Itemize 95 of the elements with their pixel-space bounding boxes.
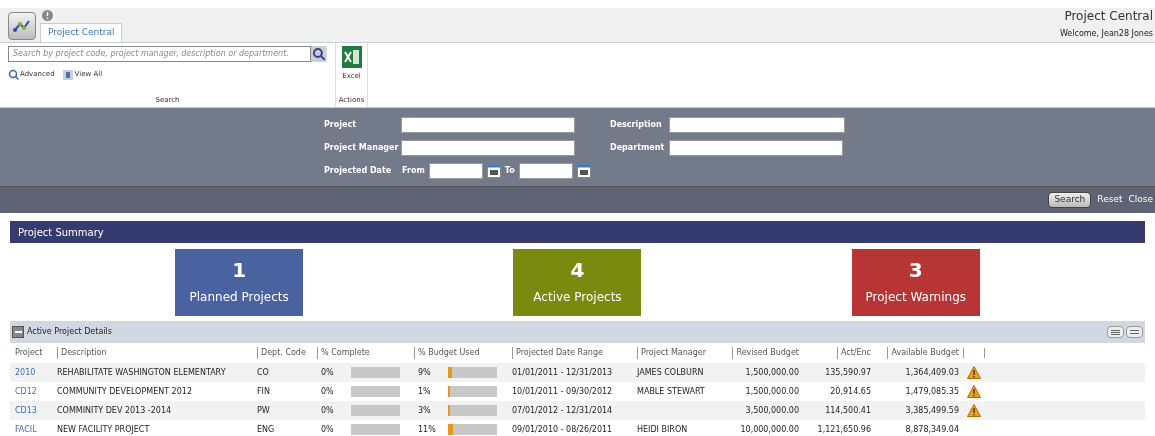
table-cell: 3,385,499.59: [905, 404, 959, 417]
column-header[interactable]: Project: [15, 347, 43, 359]
manager-field[interactable]: [401, 140, 575, 156]
table-cell: COMMINITY DEV 2013 -2014: [57, 405, 172, 415]
warning-icon: [967, 366, 981, 379]
tile-count: 1: [232, 258, 247, 282]
project-link[interactable]: CD13: [15, 405, 37, 415]
column-header[interactable]: Available Budget: [887, 347, 959, 359]
list-view-button[interactable]: [1126, 326, 1143, 338]
column-header[interactable]: Act/Enc: [836, 347, 871, 359]
description-field[interactable]: [669, 117, 845, 133]
summary-tile[interactable]: 3 Project Warnings: [851, 248, 980, 316]
grid-view-button[interactable]: [1107, 326, 1124, 338]
column-header[interactable]: % Complete: [317, 347, 370, 359]
table-cell: 3,500,000.00: [745, 404, 799, 417]
table-cell: ENG: [257, 424, 275, 434]
table-cell-text: 1%: [417, 385, 432, 398]
tile-label: Active Projects: [533, 289, 622, 306]
project-label: Project: [324, 119, 358, 131]
search-icon[interactable]: [8, 69, 19, 80]
progress-bar: [351, 424, 400, 435]
reset-link[interactable]: Reset: [1097, 193, 1123, 207]
table-cell: JAMES COLBURN: [637, 367, 704, 377]
tile-label: Project Warnings: [865, 289, 967, 306]
column-header[interactable]: Project Manager: [637, 347, 706, 359]
project-link[interactable]: FACIL: [15, 424, 37, 434]
table-cell: 20,914.65: [830, 385, 871, 398]
tile-count: 4: [570, 258, 585, 282]
summary-tile[interactable]: 1 Planned Projects: [175, 248, 304, 316]
table-cell: 01/01/2011 - 12/31/2013: [512, 367, 613, 377]
collapse-toggle[interactable]: [12, 326, 24, 338]
manager-label: Project Manager: [324, 142, 400, 154]
table-cell: 10/01/2011 - 09/30/2012: [512, 386, 613, 396]
department-field[interactable]: [669, 140, 843, 156]
column-header[interactable]: Projected Date Range: [512, 347, 603, 359]
table-cell: COMMUNITY DEVELOPMENT 2012: [57, 386, 192, 396]
column-header[interactable]: Revised Budget: [732, 347, 799, 359]
table-cell: 135,590.97: [825, 366, 871, 379]
table-cell-text: 0%: [320, 423, 335, 436]
spreadsheet-icon[interactable]: [341, 46, 362, 68]
department-label: Department: [610, 142, 666, 154]
table-cell-text: 0%: [320, 385, 335, 398]
warning-icon: [967, 404, 981, 417]
table-cell-text: 9%: [417, 366, 432, 379]
table-cell-text: 11%: [417, 423, 437, 436]
app-tab[interactable]: Project Central: [40, 23, 123, 42]
welcome-text: Welcome, Jean28 Jones: [1059, 28, 1153, 40]
table-cell: FIN: [257, 386, 270, 396]
from-date-field[interactable]: [428, 163, 483, 179]
table-cell: 07/01/2012 - 12/31/2014: [512, 405, 613, 415]
table-cell: MABLE STEWART: [637, 386, 705, 396]
search-button[interactable]: Search: [1048, 192, 1092, 208]
column-header[interactable]: % Budget Used: [414, 347, 480, 359]
table-cell: NEW FACILITY PROJECT: [57, 424, 150, 434]
table-cell: 09/01/2010 - 08/26/2011: [512, 424, 613, 434]
table-cell: 114,500.41: [825, 404, 871, 417]
table-cell: 8,878,349.04: [905, 423, 959, 436]
table-cell-text: 0%: [320, 366, 335, 379]
column-header[interactable]: Description: [57, 347, 107, 359]
table-cell: CO: [257, 367, 269, 377]
project-link[interactable]: CD12: [15, 386, 37, 396]
table-cell: PW: [257, 405, 270, 415]
tile-count: 3: [908, 258, 923, 282]
warning-icon: [967, 385, 981, 398]
calendar-icon[interactable]: [486, 164, 501, 178]
date-label: Projected Date: [324, 165, 393, 177]
to-label: To: [504, 165, 515, 177]
table-cell: HEIDI BIRON: [637, 424, 688, 434]
app-title: Project Central: [1064, 8, 1153, 24]
search-icon[interactable]: [311, 46, 327, 62]
project-field[interactable]: [401, 117, 575, 133]
help-icon[interactable]: [42, 10, 53, 21]
description-label: Description: [610, 119, 663, 131]
calendar-icon[interactable]: [576, 164, 591, 178]
table-cell: 1,121,650.96: [817, 423, 871, 436]
app-logo-icon[interactable]: [8, 12, 36, 40]
to-date-field[interactable]: [518, 163, 573, 179]
table-cell: 1,500,000.00: [745, 366, 799, 379]
table-cell: 1,364,409.03: [905, 366, 959, 379]
from-label: From: [402, 165, 425, 177]
table-cell: REHABILITATE WASHINGTON ELEMENTARY: [57, 367, 226, 377]
column-header[interactable]: Dept. Code: [257, 347, 306, 359]
summary-tile[interactable]: 4 Active Projects: [513, 248, 642, 316]
table-cell-text: 3%: [417, 404, 432, 417]
table-cell-text: 0%: [320, 404, 335, 417]
project-link[interactable]: 2010: [15, 367, 36, 377]
tile-label: Planned Projects: [189, 289, 289, 306]
search-field[interactable]: Search by project code, project manager, description or department.: [8, 46, 312, 62]
table-cell: 1,479,085.35: [905, 385, 959, 398]
close-link[interactable]: Close: [1128, 193, 1153, 207]
section-title: Active Project Details: [27, 326, 112, 338]
list-icon[interactable]: [62, 69, 73, 80]
section-header: Project Summary: [10, 221, 1145, 243]
table-cell: 10,000,000.00: [740, 423, 799, 436]
table-cell: 1,500,000.00: [745, 385, 799, 398]
